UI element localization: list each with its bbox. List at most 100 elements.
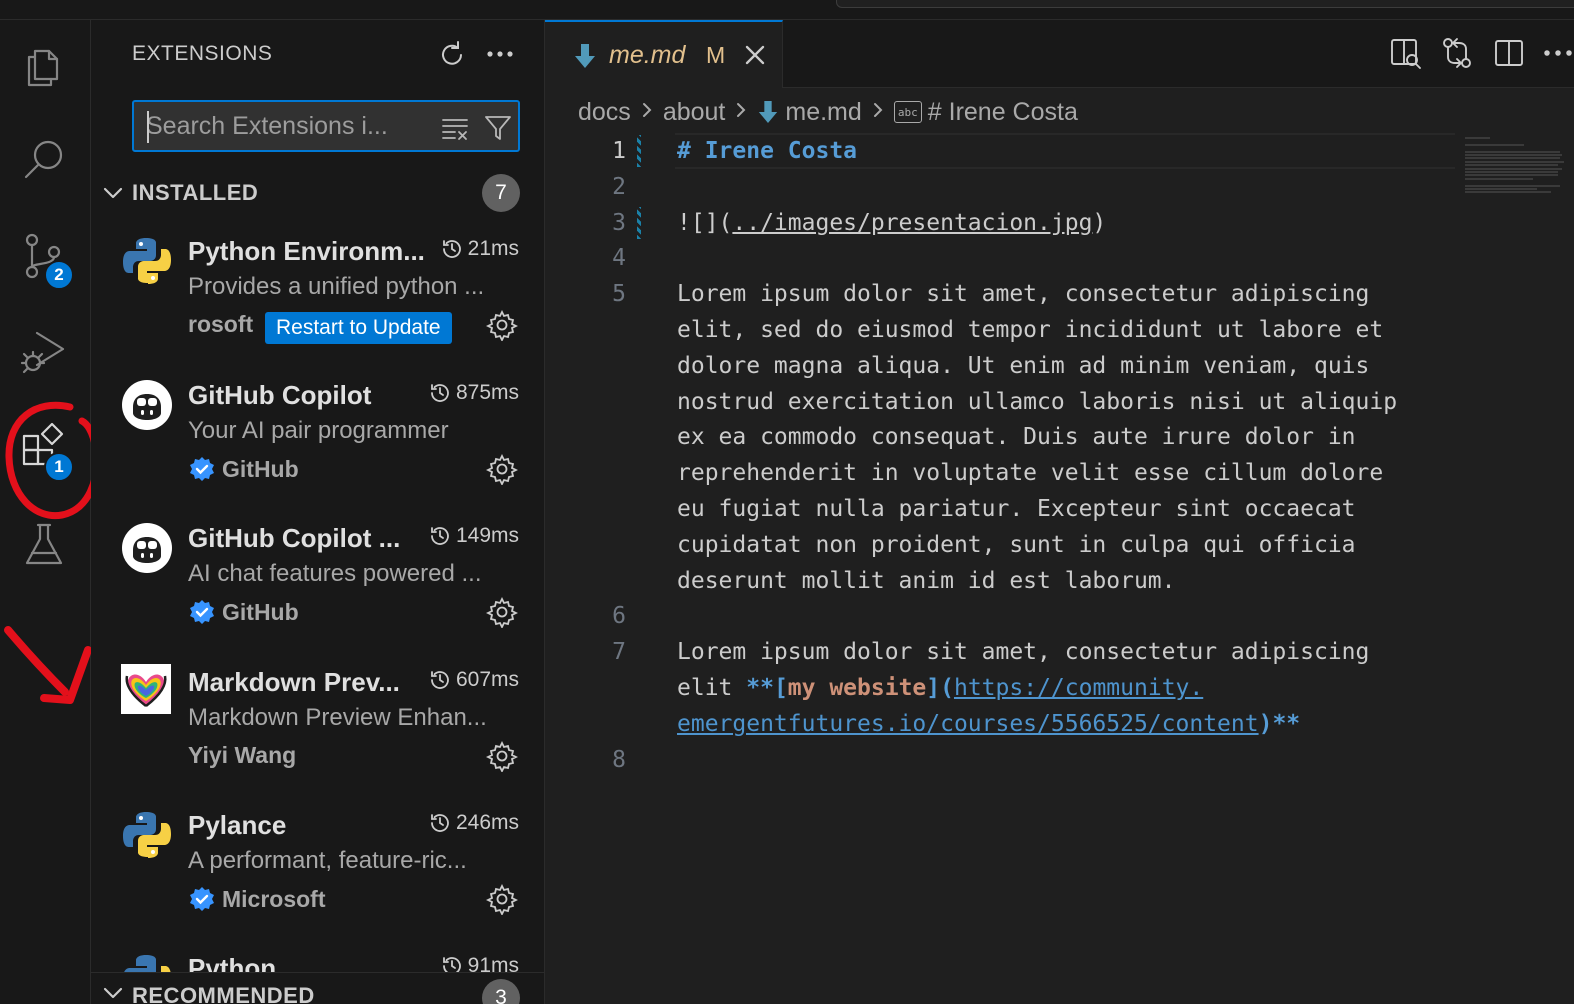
manage-gear-button[interactable] <box>485 596 519 630</box>
breadcrumb-item[interactable]: about <box>663 98 726 127</box>
code-line[interactable]: emergentfutures.io/courses/5566525/conte… <box>545 706 1455 742</box>
extension-item[interactable]: Python 91ms <box>91 942 544 972</box>
extensions-search-input[interactable] <box>146 110 426 142</box>
more-actions-button[interactable] <box>1541 36 1574 72</box>
code-line[interactable]: dolore magna aliqua. Ut enim ad minim ve… <box>545 348 1455 384</box>
publisher-name: Microsoft <box>222 885 326 912</box>
code-line[interactable]: 5 Lorem ipsum dolor sit amet, consectetur… <box>545 276 1455 312</box>
tab-me-md[interactable]: me.md M <box>545 20 783 88</box>
activation-time: 149ms <box>428 524 519 548</box>
code-line[interactable]: reprehenderit in voluptate velit esse ci… <box>545 455 1455 491</box>
split-editor-icon <box>1495 40 1523 66</box>
extension-description: Markdown Preview Enhan... <box>188 704 487 731</box>
refresh-button[interactable] <box>434 36 470 72</box>
breadcrumb-item[interactable]: docs <box>578 98 631 127</box>
publisher-name: GitHub <box>222 455 299 482</box>
manage-gear-button[interactable] <box>485 309 519 343</box>
flask-icon <box>25 523 63 565</box>
breadcrumb-item[interactable]: # Irene Costa <box>928 98 1078 127</box>
testing-button[interactable] <box>0 504 88 584</box>
extensions-button[interactable]: 1 <box>0 406 88 486</box>
python-logo-icon <box>123 238 171 284</box>
minimap-line <box>1465 154 1562 156</box>
open-changes-button[interactable] <box>1440 36 1476 72</box>
line-text: nostrud exercitation ullamco laboris nis… <box>677 384 1397 420</box>
line-number: 8 <box>612 746 626 773</box>
code-token: )** <box>1258 710 1301 737</box>
line-text: ex ea commodo consequat. Duis aute irure… <box>677 419 1356 455</box>
code-token: reprehenderit in voluptate velit esse ci… <box>677 460 1384 487</box>
more-actions-button[interactable] <box>482 36 518 72</box>
extension-item[interactable]: Pylance 246ms A performant, feature-ric.… <box>91 799 544 942</box>
search-button[interactable] <box>0 120 88 200</box>
extensions-badge: 1 <box>44 452 74 482</box>
activation-time-text: 91ms <box>467 954 519 972</box>
markdown-preview-logo-icon <box>121 664 171 714</box>
extension-name: GitHub Copilot <box>188 380 372 410</box>
manage-gear-button[interactable] <box>485 453 519 487</box>
code-line[interactable]: nostrud exercitation ullamco laboris nis… <box>545 384 1455 420</box>
code-line[interactable]: 7 Lorem ipsum dolor sit amet, consectetur… <box>545 634 1455 670</box>
source-control-button[interactable]: 2 <box>0 216 88 296</box>
code-line[interactable]: cupidatat non proident, sunt in culpa qu… <box>545 527 1455 563</box>
extension-item[interactable]: Python Environm... 21ms Provides a unifi… <box>91 225 544 368</box>
string-symbol-icon: abc <box>893 101 922 123</box>
code-line[interactable]: 8 <box>545 742 1455 778</box>
extension-item[interactable]: GitHub Copilot 875ms Your AI pair progra… <box>91 369 544 512</box>
code-token: https://community. <box>953 675 1204 701</box>
installed-section-header[interactable]: INSTALLED 7 <box>91 173 544 213</box>
code-line[interactable]: 6 <box>545 598 1455 634</box>
manage-gear-button[interactable] <box>485 883 519 917</box>
code-line[interactable]: 1 # Irene Costa <box>545 133 1455 169</box>
chevron-right-icon <box>637 98 657 127</box>
open-preview-button[interactable] <box>1388 36 1424 72</box>
code-line[interactable]: elit, sed do eiusmod tempor incididunt u… <box>545 312 1455 348</box>
python-logo-icon <box>123 812 171 858</box>
installed-label: INSTALLED <box>132 180 259 205</box>
minimap[interactable] <box>1459 133 1569 213</box>
restart-to-update-button[interactable]: Restart to Update <box>265 312 452 344</box>
command-center[interactable] <box>836 0 1574 8</box>
extension-publisher: GitHub <box>188 598 299 626</box>
preview-icon <box>1391 39 1421 69</box>
line-text: reprehenderit in voluptate velit esse ci… <box>677 455 1383 491</box>
breadcrumb-item[interactable]: me.md <box>785 98 861 127</box>
clear-filter-button[interactable] <box>438 111 472 145</box>
extension-item[interactable]: Markdown Prev... 607ms Markdown Preview … <box>91 656 544 799</box>
run-debug-button[interactable] <box>0 310 88 390</box>
history-icon <box>442 957 461 972</box>
code-line[interactable]: ex ea commodo consequat. Duis aute irure… <box>545 419 1455 455</box>
explorer-button[interactable] <box>0 28 88 108</box>
code-line[interactable]: eu fugiat nulla pariatur. Excepteur sint… <box>545 491 1455 527</box>
line-text: elit, sed do eiusmod tempor incididunt u… <box>677 312 1383 348</box>
code-line[interactable]: elit **[my website](https://community. <box>545 670 1455 706</box>
minimap-line <box>1465 171 1559 173</box>
extension-publisher: rosoft <box>188 311 258 338</box>
extension-item[interactable]: GitHub Copilot ... 149ms AI chat feature… <box>91 512 544 655</box>
code-token: deserunt mollit anim id est laborum. <box>677 567 1176 594</box>
code-token: ex ea commodo consequat. Duis aute irure… <box>677 424 1356 451</box>
filter-icon <box>485 116 511 140</box>
activity-bar: 2 1 <box>0 20 91 1004</box>
code-line[interactable]: 4 <box>545 240 1455 276</box>
filter-button[interactable] <box>481 111 515 145</box>
code-token: elit, sed do eiusmod tempor incididunt u… <box>677 317 1384 343</box>
sidebar-title: EXTENSIONS <box>132 42 273 65</box>
line-text: eu fugiat nulla pariatur. Excepteur sint… <box>677 491 1356 527</box>
tab-bar: me.md M <box>545 20 1574 88</box>
recommended-section-header[interactable]: RECOMMENDED 3 <box>91 972 544 1004</box>
code-line[interactable]: deserunt mollit anim id est laborum. <box>545 563 1455 599</box>
close-tab-button[interactable] <box>742 42 768 68</box>
manage-gear-button[interactable] <box>485 740 519 774</box>
chevron-down-icon <box>101 181 125 205</box>
code-line[interactable]: 2 <box>545 169 1455 205</box>
chevron-right-icon <box>731 98 751 127</box>
code-line[interactable]: 3 ![](../images/presentacion.jpg) <box>545 205 1455 241</box>
minimap-line <box>1465 191 1551 194</box>
code-token: ]( <box>926 675 954 701</box>
minimap-line <box>1465 143 1524 146</box>
extension-description: AI chat features powered ... <box>188 560 482 587</box>
split-editor-button[interactable] <box>1492 36 1528 72</box>
ellipsis-icon <box>1544 50 1572 56</box>
extension-name: Pylance <box>188 810 287 840</box>
